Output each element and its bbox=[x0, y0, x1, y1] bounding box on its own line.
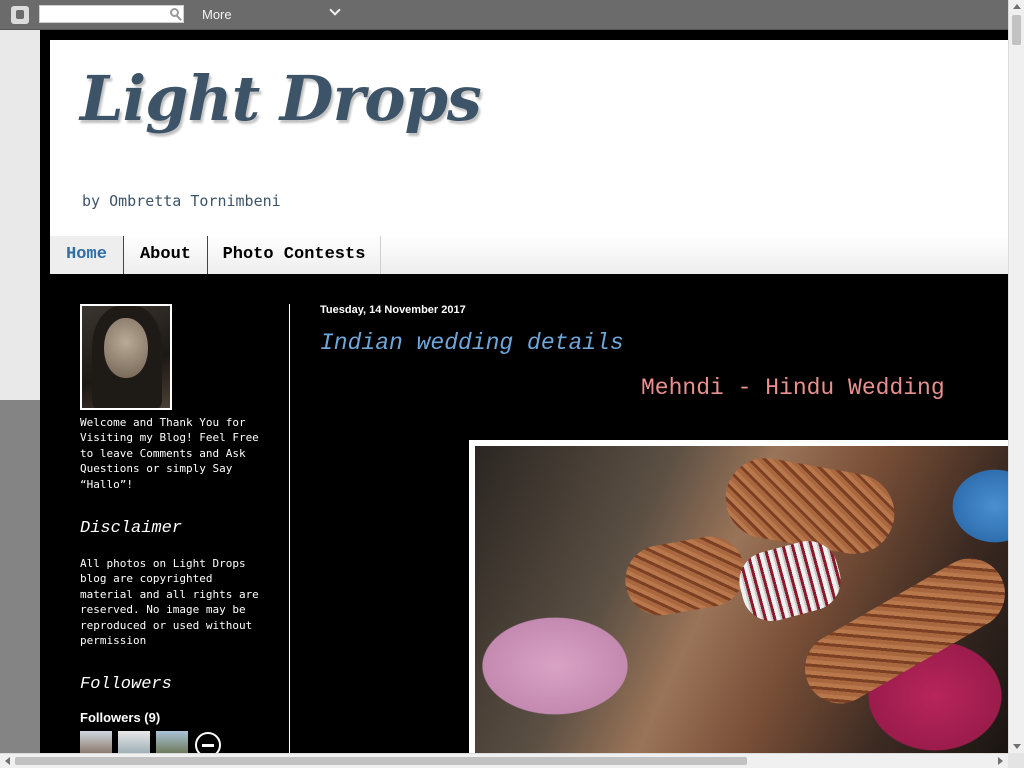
scroll-down-arrow-icon[interactable] bbox=[1013, 744, 1021, 749]
chevron-down-icon[interactable] bbox=[329, 4, 341, 16]
follower-avatar[interactable] bbox=[80, 731, 112, 753]
tab-about[interactable]: About bbox=[124, 236, 208, 274]
profile-photo-face bbox=[104, 318, 148, 378]
tab-photo-contests[interactable]: Photo Contests bbox=[208, 236, 381, 274]
page-background bbox=[0, 30, 40, 400]
disclaimer-text: All photos on Light Drops blog are copyr… bbox=[80, 557, 259, 648]
search-icon[interactable] bbox=[170, 8, 179, 17]
vertical-scroll-thumb[interactable] bbox=[1012, 15, 1021, 45]
scroll-up-arrow-icon[interactable] bbox=[1013, 4, 1021, 9]
followers-heading: Followers bbox=[80, 675, 172, 694]
scroll-right-arrow-icon[interactable] bbox=[998, 757, 1003, 765]
scroll-left-arrow-icon[interactable] bbox=[5, 757, 10, 765]
blog-description: by Ombretta Tornimbeni bbox=[82, 192, 281, 210]
post-subtitle: Mehndi - Hindu Wedding bbox=[641, 375, 945, 401]
welcome-text: Welcome and Thank You for Visiting my Bl… bbox=[80, 416, 259, 491]
horizontal-scroll-thumb[interactable] bbox=[15, 757, 747, 765]
disclaimer-heading: Disclaimer bbox=[80, 519, 183, 538]
page-background-shadow bbox=[0, 400, 40, 753]
follower-avatar[interactable] bbox=[156, 731, 188, 753]
vertical-scrollbar[interactable] bbox=[1008, 0, 1024, 753]
blog-header: Light Drops by Ombretta Tornimbeni bbox=[50, 40, 1008, 236]
post-date: Tuesday, 14 November 2017 bbox=[320, 304, 466, 316]
page-tabs: Home About Photo Contests bbox=[50, 236, 1008, 274]
post-title[interactable]: Indian wedding details bbox=[320, 330, 624, 356]
navbar-search-input[interactable] bbox=[39, 5, 184, 23]
blogger-icon[interactable] bbox=[11, 6, 29, 24]
more-menu-label[interactable]: More bbox=[202, 7, 232, 22]
profile-photo[interactable] bbox=[80, 304, 172, 410]
followers-count: Followers (9) bbox=[80, 710, 161, 725]
sidebar-divider bbox=[289, 304, 290, 753]
blogger-navbar: More bbox=[0, 0, 1008, 30]
post-photo[interactable] bbox=[475, 446, 1008, 753]
follower-avatar[interactable] bbox=[118, 731, 150, 753]
henna-hand bbox=[619, 531, 751, 621]
scrollbar-corner bbox=[1008, 753, 1024, 768]
horizontal-scrollbar[interactable] bbox=[0, 753, 1008, 768]
blog-title[interactable]: Light Drops bbox=[80, 62, 482, 135]
post-photo-frame bbox=[469, 440, 1008, 753]
tab-home[interactable]: Home bbox=[50, 236, 124, 274]
